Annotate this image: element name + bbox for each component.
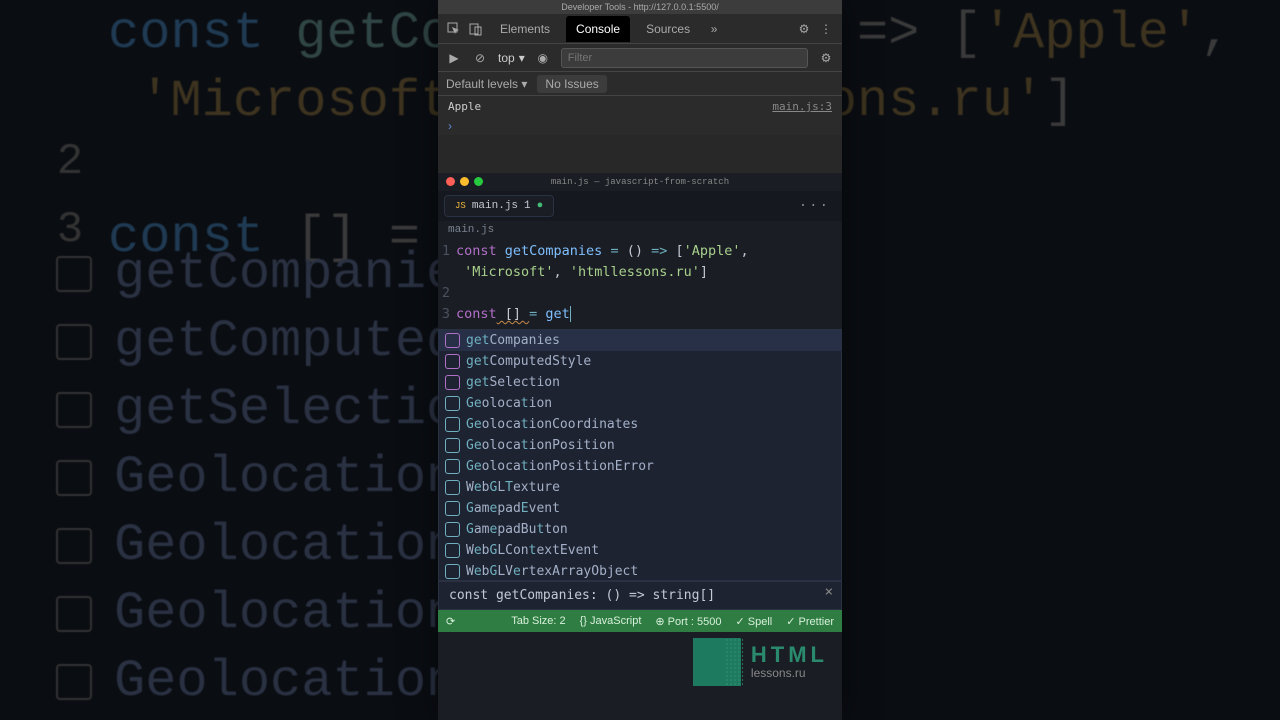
console-settings-icon[interactable]: ⚙: [818, 50, 834, 66]
log-source-link[interactable]: main.js:3: [772, 100, 832, 113]
suggest-row[interactable]: getComputedStyle: [439, 351, 841, 372]
vscode-title: main.js — javascript-from-scratch: [438, 173, 842, 191]
log-levels-select[interactable]: Default levels ▾: [446, 77, 527, 91]
var-kind-icon: [445, 438, 460, 453]
breadcrumb[interactable]: main.js: [438, 221, 842, 239]
devtools-tabbar: Elements Console Sources » ⚙ ⋮: [438, 14, 842, 44]
var-kind-icon: [445, 480, 460, 495]
editor-tab-mainjs[interactable]: JS main.js 1 ●: [444, 195, 554, 217]
editor-tabbar: JS main.js 1 ● ···: [438, 191, 842, 221]
suggest-row[interactable]: GeolocationPosition: [439, 435, 841, 456]
window-controls[interactable]: [446, 177, 483, 186]
editor-more-button[interactable]: ···: [793, 198, 836, 214]
vscode: main.js — javascript-from-scratch JS mai…: [438, 173, 842, 720]
log-message: Apple: [448, 100, 481, 113]
suggest-row[interactable]: getSelection: [439, 372, 841, 393]
execute-icon[interactable]: ▶︎: [446, 50, 462, 66]
signature-help: const getCompanies: () => string[] ×: [438, 581, 842, 610]
inspect-icon[interactable]: [446, 21, 462, 37]
device-toggle-icon[interactable]: [468, 21, 484, 37]
issues-pill[interactable]: No Issues: [537, 75, 606, 93]
status-prettier[interactable]: Prettier: [786, 615, 834, 628]
tab-elements[interactable]: Elements: [490, 16, 560, 42]
watermark-logo: HTML lessons.ru: [693, 638, 828, 686]
status-port[interactable]: ⊕ Port : 5500: [655, 615, 721, 628]
suggest-row[interactable]: WebGLVertexArrayObject: [439, 561, 841, 581]
suggest-row[interactable]: GamepadButton: [439, 519, 841, 540]
close-icon[interactable]: ×: [825, 584, 833, 600]
suggest-row[interactable]: GamepadEvent: [439, 498, 841, 519]
fn-kind-icon: [445, 375, 460, 390]
console-toolbar: ▶︎ ⊘ top ▾ ◉ ⚙: [438, 44, 842, 72]
status-bar: ⟳ Tab Size: 2 {} JavaScript ⊕ Port : 550…: [438, 610, 842, 632]
tab-console[interactable]: Console: [566, 16, 630, 42]
var-kind-icon: [445, 564, 460, 579]
status-lang[interactable]: {} JavaScript: [580, 615, 642, 627]
var-kind-icon: [445, 459, 460, 474]
devtools: Developer Tools - http://127.0.0.1:5500/…: [438, 0, 842, 173]
language-badge: JS: [455, 201, 466, 211]
modified-dot-icon: ●: [537, 200, 544, 212]
context-select[interactable]: top ▾: [498, 51, 525, 65]
suggest-row[interactable]: WebGLContextEvent: [439, 540, 841, 561]
console-log: Apple main.js:3: [438, 96, 842, 117]
suggest-row[interactable]: getCompanies: [439, 330, 841, 351]
console-prompt[interactable]: ›: [438, 117, 842, 135]
intellisense-popup[interactable]: getCompaniesgetComputedStylegetSelection…: [438, 329, 842, 581]
status-spell[interactable]: Spell: [736, 615, 773, 628]
fn-kind-icon: [445, 333, 460, 348]
code-editor[interactable]: 1const getCompanies = () => ['Apple', 'M…: [438, 239, 842, 329]
status-tabsize[interactable]: Tab Size: 2: [511, 615, 565, 627]
fn-kind-icon: [445, 354, 460, 369]
app-panel: Developer Tools - http://127.0.0.1:5500/…: [438, 0, 842, 720]
var-kind-icon: [445, 417, 460, 432]
suggest-row[interactable]: WebGLTexture: [439, 477, 841, 498]
tab-sources[interactable]: Sources: [636, 16, 700, 42]
var-kind-icon: [445, 396, 460, 411]
devtools-title: Developer Tools - http://127.0.0.1:5500/: [438, 0, 842, 14]
suggest-row[interactable]: Geolocation: [439, 393, 841, 414]
suggest-row[interactable]: GeolocationCoordinates: [439, 414, 841, 435]
suggest-row[interactable]: GeolocationPositionError: [439, 456, 841, 477]
var-kind-icon: [445, 543, 460, 558]
var-kind-icon: [445, 522, 460, 537]
more-tabs-icon[interactable]: »: [706, 21, 722, 37]
gear-icon[interactable]: ⚙: [796, 21, 812, 37]
clear-console-icon[interactable]: ⊘: [472, 50, 488, 66]
logo-mark-icon: [693, 638, 741, 686]
var-kind-icon: [445, 501, 460, 516]
sync-icon[interactable]: ⟳: [446, 615, 455, 628]
console-filter-input[interactable]: [561, 48, 808, 68]
kebab-icon[interactable]: ⋮: [818, 21, 834, 37]
eye-icon[interactable]: ◉: [535, 50, 551, 66]
